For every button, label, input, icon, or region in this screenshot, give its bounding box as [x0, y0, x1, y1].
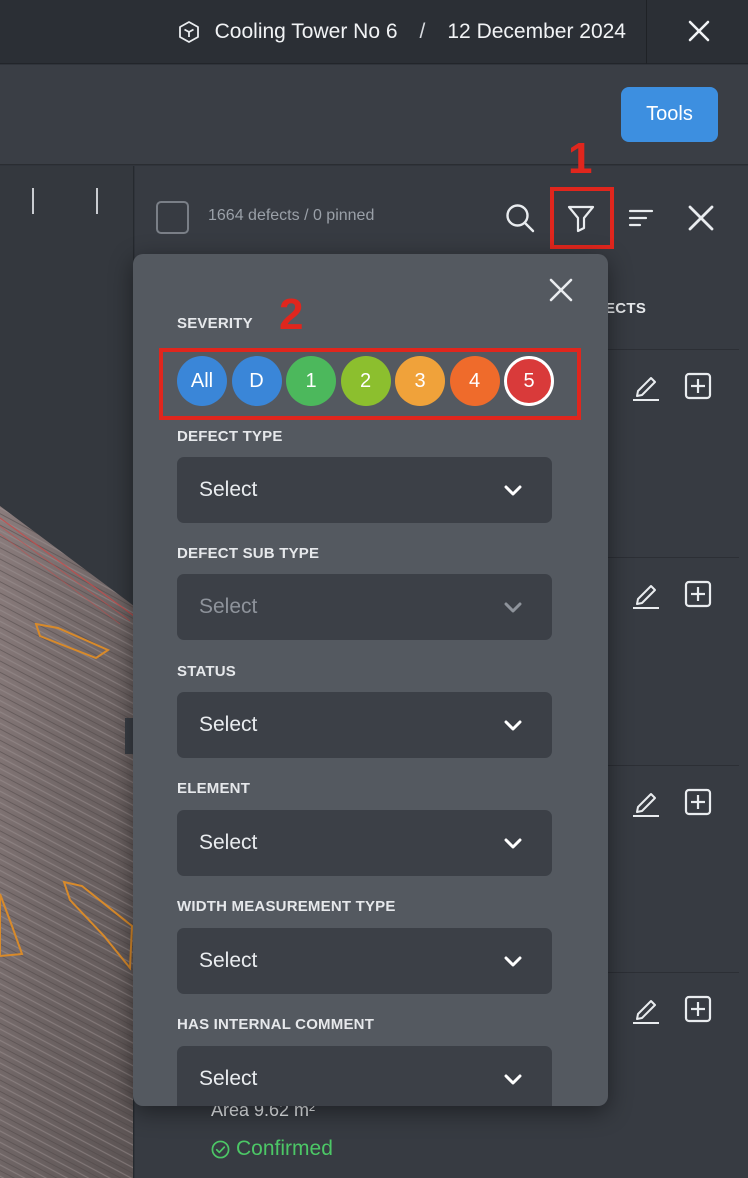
element-select[interactable]: Select — [177, 810, 552, 876]
defect-row-actions — [625, 369, 715, 409]
status-label: STATUS — [177, 663, 236, 680]
asset-name[interactable]: Cooling Tower No 6 — [215, 20, 398, 44]
close-filter-button[interactable] — [545, 274, 577, 306]
chevron-down-icon — [504, 602, 522, 613]
close-panel-button[interactable] — [681, 198, 721, 238]
chevron-down-icon — [504, 956, 522, 967]
defect-sub-type-value: Select — [199, 595, 258, 618]
width-measurement-type-select[interactable]: Select — [177, 928, 552, 994]
breadcrumb-separator: / — [419, 20, 426, 43]
has-internal-comment-value: Select — [199, 1067, 258, 1090]
chevron-down-icon — [504, 720, 522, 731]
annotation-marker-1: 1 — [568, 134, 593, 183]
select-all-checkbox[interactable] — [156, 201, 189, 234]
status-select[interactable]: Select — [177, 692, 552, 758]
close-icon — [688, 20, 710, 42]
defect-row-actions — [625, 785, 715, 825]
defect-type-label: DEFECT TYPE — [177, 428, 283, 445]
close-icon — [549, 278, 573, 302]
element-value: Select — [199, 831, 258, 854]
filter-icon — [567, 205, 595, 233]
has-internal-comment-label: HAS INTERNAL COMMENT — [177, 1016, 375, 1033]
severity-chip-1[interactable]: 1 — [286, 356, 336, 406]
defects-column-label: ECTS — [605, 300, 647, 317]
chevron-down-icon — [504, 485, 522, 496]
severity-chip-3[interactable]: 3 — [395, 356, 445, 406]
defect-sub-type-select[interactable]: Select — [177, 574, 552, 640]
add-box-icon[interactable] — [683, 787, 713, 817]
defects-panel-header: 1664 defects / 0 pinned — [135, 166, 748, 266]
severity-chip-5[interactable]: 5 — [504, 356, 554, 406]
tools-button[interactable]: Tools — [621, 87, 718, 142]
edit-icon[interactable] — [629, 577, 663, 611]
edit-icon[interactable] — [629, 369, 663, 403]
search-icon — [506, 204, 535, 233]
status-label: Confirmed — [236, 1137, 333, 1160]
add-box-icon[interactable] — [683, 994, 713, 1024]
annotation-marker-2: 2 — [279, 290, 304, 339]
severity-chip-all[interactable]: All — [177, 356, 227, 406]
breadcrumb: Cooling Tower No 6 / 12 December 2024 — [177, 0, 626, 64]
viewport-tick-mark — [32, 188, 34, 214]
defect-type-select[interactable]: Select — [177, 457, 552, 523]
chevron-down-icon — [504, 1074, 522, 1085]
severity-chip-2[interactable]: 2 — [340, 356, 391, 406]
defect-type-value: Select — [199, 478, 258, 501]
filter-button[interactable] — [561, 198, 601, 238]
close-icon — [688, 205, 714, 231]
width-measurement-type-label: WIDTH MEASUREMENT TYPE — [177, 898, 396, 915]
viewport-tick-mark — [96, 188, 98, 214]
defect-sub-type-label: DEFECT SUB TYPE — [177, 545, 320, 562]
severity-chip-d[interactable]: D — [231, 356, 282, 406]
sort-button[interactable] — [621, 198, 661, 238]
close-viewer-button[interactable] — [682, 14, 716, 48]
3d-viewport[interactable] — [0, 166, 134, 1178]
defect-row-actions — [625, 992, 715, 1032]
inspection-date[interactable]: 12 December 2024 — [447, 20, 626, 44]
severity-chips: All D 1 2 3 4 5 — [177, 356, 557, 406]
defect-count: 1664 defects / 0 pinned — [208, 207, 375, 224]
element-label: ELEMENT — [177, 780, 251, 797]
defect-row-actions — [625, 577, 715, 617]
status-badge: Confirmed — [211, 1137, 333, 1161]
check-circle-icon — [211, 1140, 230, 1158]
top-bar: Cooling Tower No 6 / 12 December 2024 — [0, 0, 748, 64]
cooling-tower-render — [0, 506, 133, 1178]
width-measurement-type-value: Select — [199, 949, 258, 972]
add-box-icon[interactable] — [683, 371, 713, 401]
edit-icon[interactable] — [629, 992, 663, 1026]
filter-popover: SEVERITY 2 All D 1 2 3 4 5 DEFECT TYPE Select … — [133, 254, 608, 1106]
header-divider — [646, 0, 647, 64]
chevron-down-icon — [504, 838, 522, 849]
cube-icon — [178, 21, 199, 43]
edit-icon[interactable] — [629, 785, 663, 819]
sort-icon — [628, 209, 654, 227]
toolbar: Tools — [0, 65, 748, 165]
has-internal-comment-select[interactable]: Select — [177, 1046, 552, 1106]
add-box-icon[interactable] — [683, 579, 713, 609]
severity-label: SEVERITY — [177, 315, 253, 332]
search-button[interactable] — [500, 198, 540, 238]
status-value: Select — [199, 713, 258, 736]
severity-chip-4[interactable]: 4 — [449, 356, 500, 406]
